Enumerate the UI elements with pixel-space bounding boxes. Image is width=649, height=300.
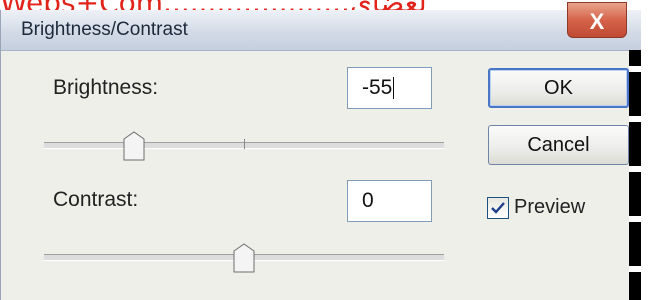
contrast-input[interactable]: 0 <box>347 180 432 222</box>
preview-checkbox[interactable] <box>487 197 509 219</box>
brightness-contrast-dialog: Brightness/Contrast X Brightness: -55 Co… <box>0 2 641 300</box>
ok-button[interactable]: OK <box>488 68 629 108</box>
slider-center-tick <box>244 139 245 149</box>
close-icon: X <box>589 9 605 34</box>
cancel-button[interactable]: Cancel <box>488 125 629 165</box>
close-button[interactable]: X <box>567 2 627 38</box>
dialog-title: Brightness/Contrast <box>21 19 188 40</box>
brightness-input[interactable]: -55 <box>347 67 432 109</box>
checkmark-icon <box>491 202 505 214</box>
brightness-slider-track[interactable] <box>44 139 444 149</box>
torn-edge-decoration <box>629 50 641 300</box>
contrast-slider-thumb[interactable] <box>233 243 255 273</box>
title-bar[interactable]: Brightness/Contrast <box>1 10 641 51</box>
preview-label[interactable]: Preview <box>514 196 585 219</box>
brightness-value: -55 <box>362 76 393 99</box>
brightness-label: Brightness: <box>53 76 159 99</box>
contrast-label: Contrast: <box>53 188 139 211</box>
brightness-slider-thumb[interactable] <box>123 131 145 161</box>
text-caret <box>393 77 395 100</box>
contrast-value: 0 <box>362 189 374 212</box>
